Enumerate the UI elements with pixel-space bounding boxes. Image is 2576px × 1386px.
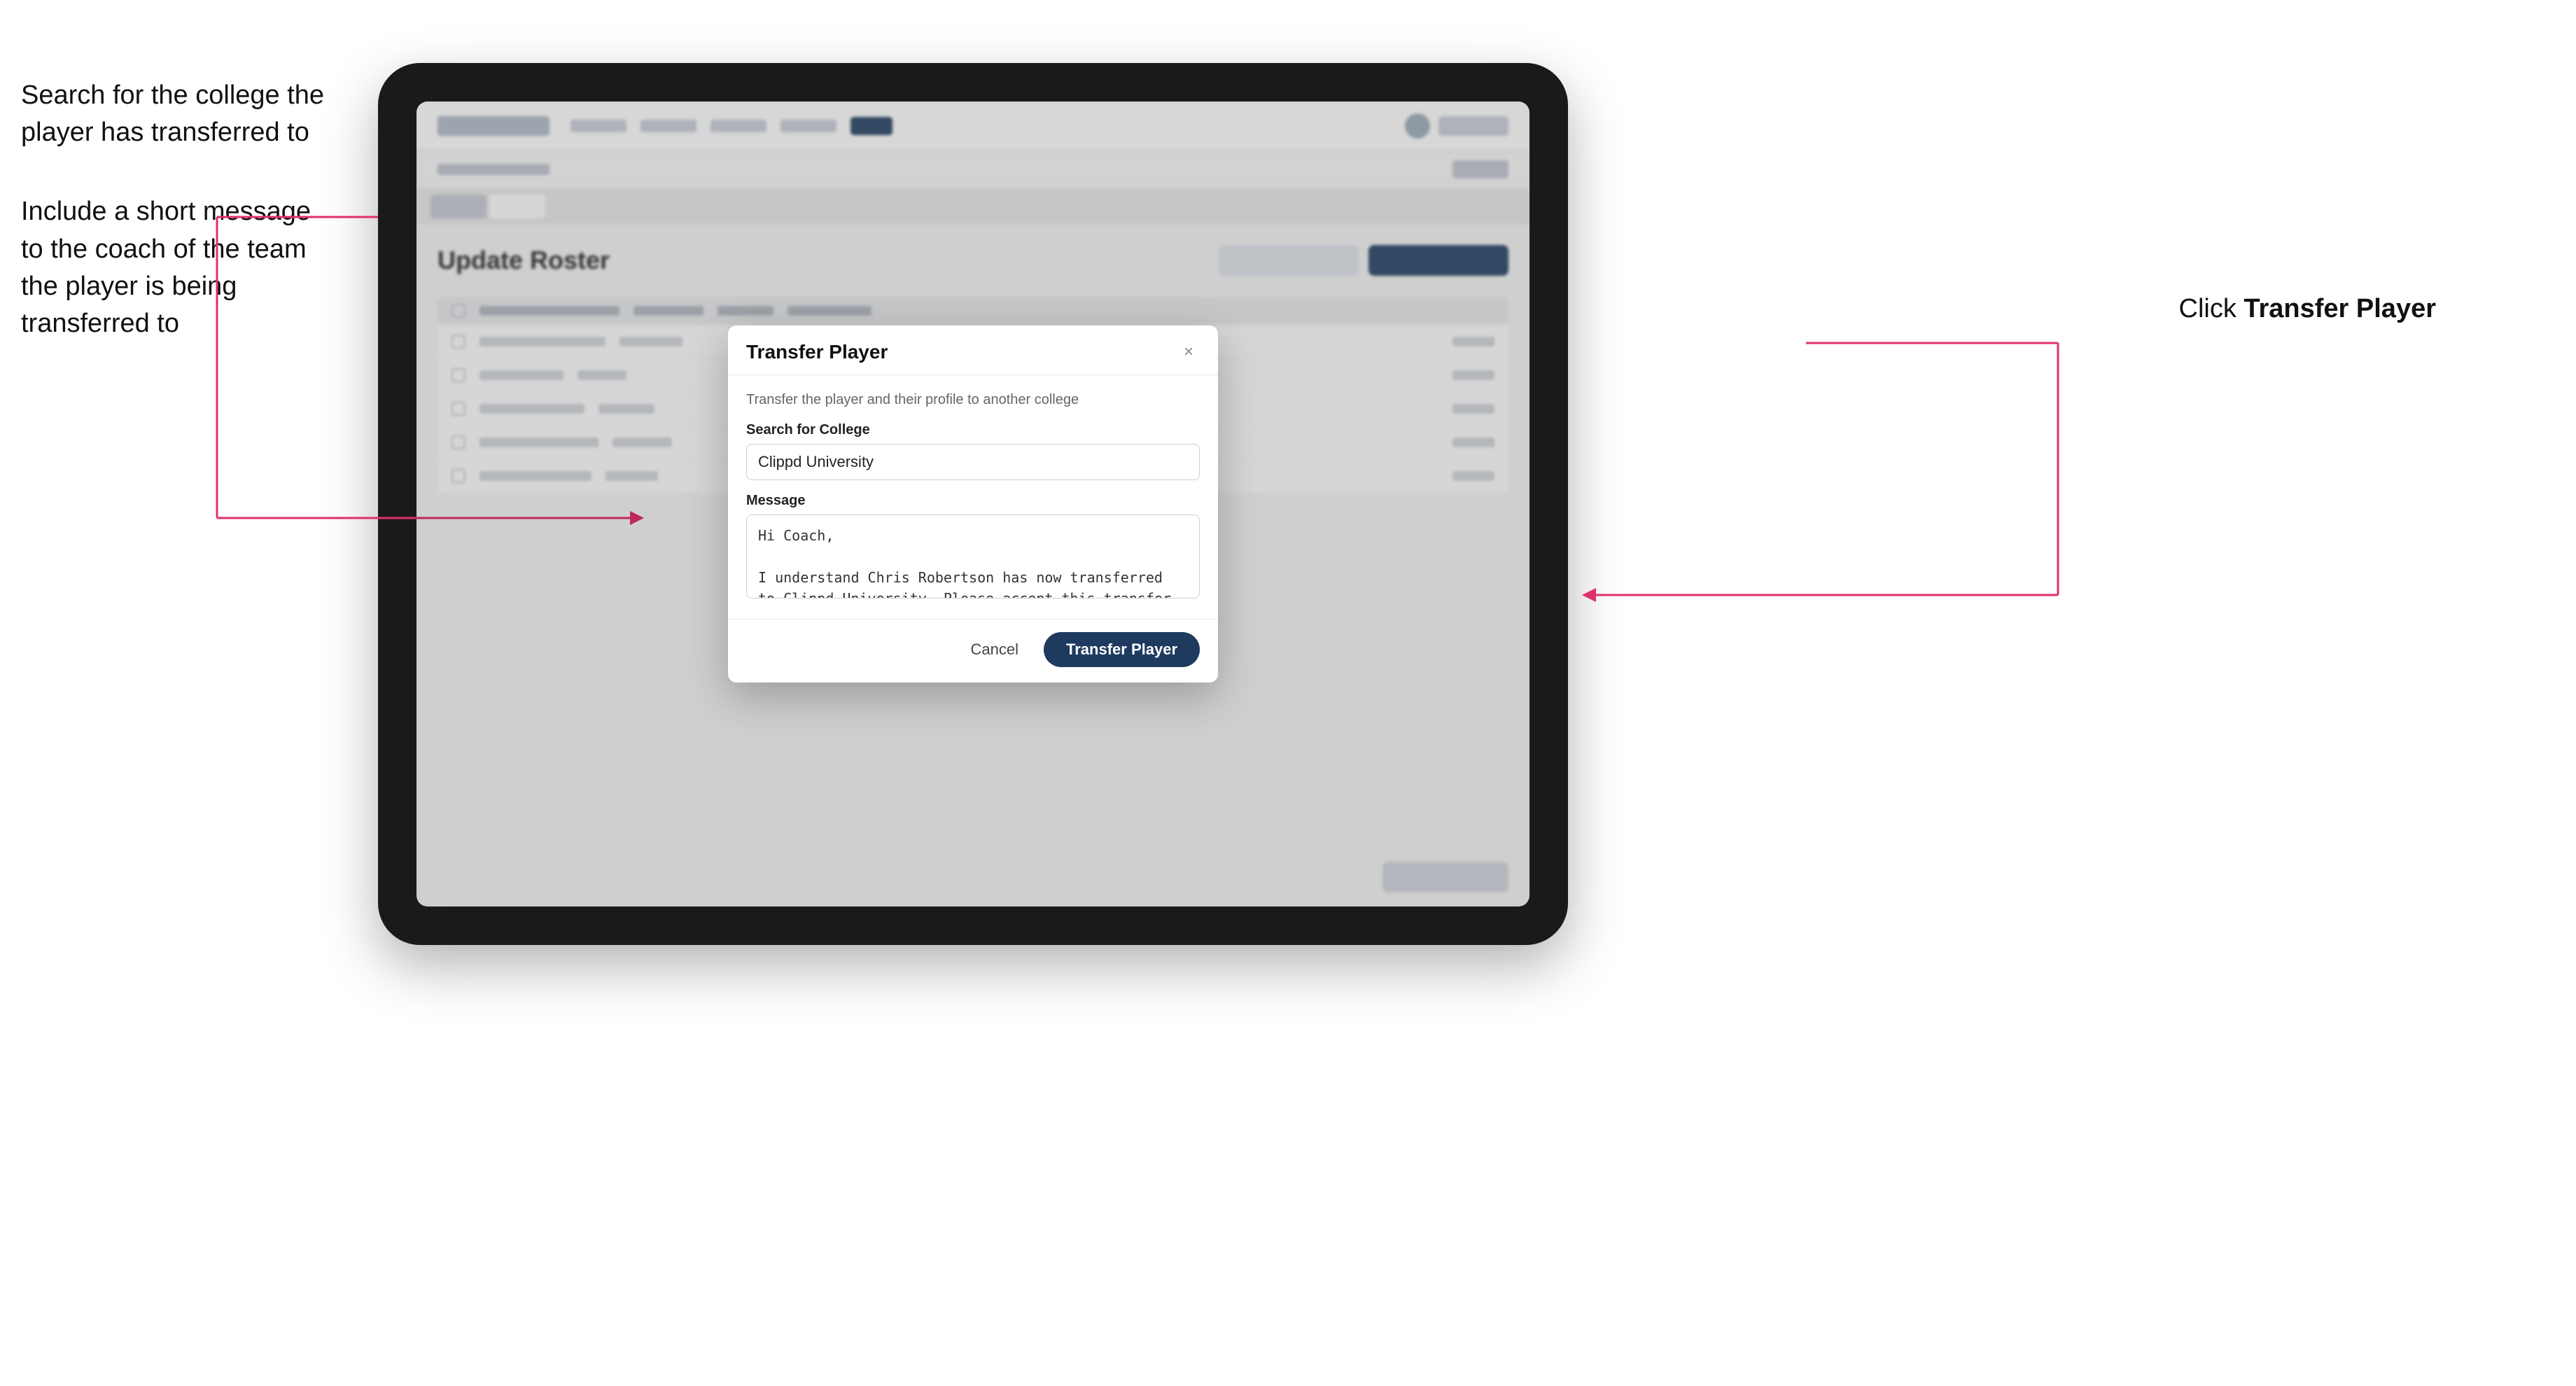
modal-footer: Cancel Transfer Player (728, 619, 1218, 682)
annotation-click-prefix: Click (2179, 294, 2244, 323)
annotation-block-1: Search for the college the player has tr… (21, 77, 324, 151)
annotation-text-2a: Include a short message (21, 197, 311, 226)
message-field-label: Message (746, 493, 1200, 509)
cancel-button[interactable]: Cancel (957, 634, 1032, 666)
college-field-label: Search for College (746, 422, 1200, 438)
right-annotation: Click Transfer Player (2179, 294, 2437, 324)
modal-close-button[interactable]: × (1177, 341, 1200, 363)
annotation-block-2: Include a short message to the coach of … (21, 193, 324, 342)
modal-overlay: Transfer Player × Transfer the player an… (416, 102, 1530, 906)
tablet-frame: Update Roster (378, 63, 1568, 945)
annotation-text-1a: Search for the college the (21, 80, 324, 110)
message-textarea[interactable]: Hi Coach, I understand Chris Robertson h… (746, 514, 1200, 598)
modal-header: Transfer Player × (728, 326, 1218, 375)
left-annotations: Search for the college the player has tr… (21, 77, 324, 342)
modal-title: Transfer Player (746, 341, 888, 363)
modal-description: Transfer the player and their profile to… (746, 392, 1200, 408)
transfer-player-button[interactable]: Transfer Player (1044, 632, 1200, 667)
annotation-click-bold: Transfer Player (2244, 294, 2436, 323)
annotation-text-1b: player has transferred to (21, 118, 309, 147)
annotation-text-2c: the player is being (21, 272, 237, 301)
tablet-screen: Update Roster (416, 102, 1530, 906)
modal-body: Transfer the player and their profile to… (728, 375, 1218, 619)
annotation-text-2d: transferred to (21, 309, 179, 338)
college-search-input[interactable] (746, 444, 1200, 480)
transfer-player-modal: Transfer Player × Transfer the player an… (728, 326, 1218, 682)
annotation-text-2b: to the coach of the team (21, 234, 307, 264)
